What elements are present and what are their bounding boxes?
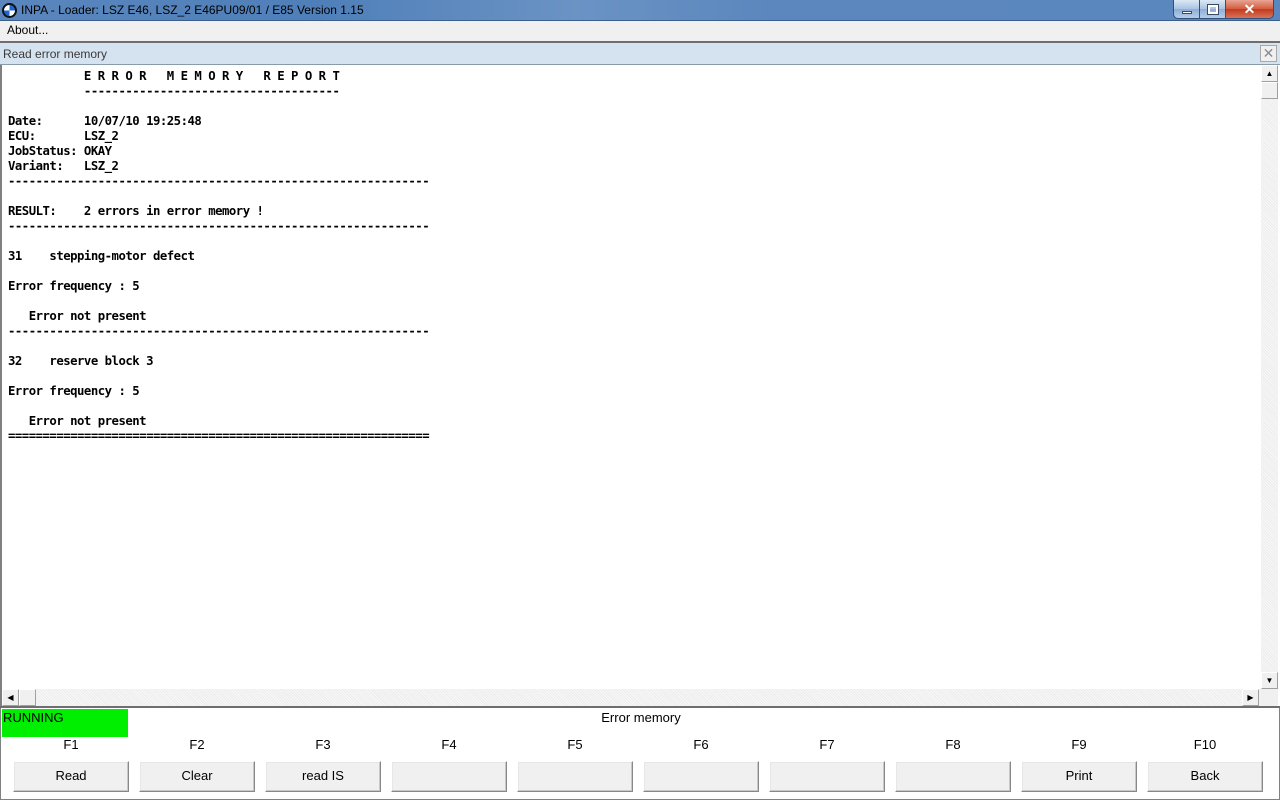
error-memory-report: E R R O R M E M O R Y R E P O R T ------…	[8, 69, 430, 444]
report-line: ========================================…	[8, 429, 430, 443]
fkey-label-f8: F8	[945, 737, 961, 752]
child-window-header: Read error memory ✕	[0, 43, 1280, 65]
status-text: Error memory	[601, 710, 681, 725]
menu-bar: About...	[0, 21, 1280, 41]
report-line: RESULT: 2 errors in error memory !	[8, 204, 264, 218]
report-line	[8, 294, 429, 309]
minimize-button[interactable]	[1173, 0, 1200, 19]
scroll-right-button[interactable]: ▶	[1242, 689, 1259, 706]
report-line: ----------------------------------------…	[8, 174, 430, 188]
window-controls: ✕	[1173, 0, 1274, 19]
fkey-label-f6: F6	[693, 737, 709, 752]
fkey-label-f5: F5	[567, 737, 583, 752]
horizontal-scroll-thumb[interactable]	[19, 689, 36, 706]
report-line	[8, 99, 429, 114]
report-line: ECU: LSZ_2	[8, 129, 119, 143]
report-line: ----------------------------------------…	[8, 324, 430, 338]
report-line: 31 stepping-motor defect	[8, 249, 195, 263]
maximize-button[interactable]	[1200, 0, 1226, 19]
fkey-button-f4[interactable]	[391, 761, 507, 792]
fkey-button-f7[interactable]	[769, 761, 885, 792]
report-line: Date: 10/07/10 19:25:48	[8, 114, 202, 128]
bmw-logo-icon	[2, 3, 17, 18]
menu-item-about[interactable]: About...	[7, 23, 48, 37]
close-icon: ✕	[1243, 0, 1256, 17]
arrow-left-icon: ◀	[7, 693, 14, 702]
arrow-right-icon: ▶	[1247, 693, 1254, 702]
status-area: Error memory RUNNING F1 Read F2 Clear F3 read…	[0, 708, 1280, 800]
report-line	[8, 339, 429, 354]
report-line	[8, 399, 429, 414]
fkey-button-f3[interactable]: read IS	[265, 761, 381, 792]
vertical-scroll-thumb[interactable]	[1261, 82, 1278, 99]
child-window-title: Read error memory	[3, 47, 108, 61]
report-line: Variant: LSZ_2	[8, 159, 119, 173]
title-bar[interactable]: INPA - Loader: LSZ E46, LSZ_2 E46PU09/01…	[0, 0, 1280, 21]
fkey-label-f7: F7	[819, 737, 835, 752]
report-line	[8, 234, 429, 249]
fkey-label-f10: F10	[1193, 737, 1217, 752]
fkey-button-f6[interactable]	[643, 761, 759, 792]
child-close-button[interactable]: ✕	[1260, 45, 1277, 62]
scrollbar-corner	[1259, 689, 1278, 706]
report-line: ----------------------------------------…	[8, 219, 430, 233]
status-badge: RUNNING	[2, 709, 128, 737]
fkey-button-f8[interactable]	[895, 761, 1011, 792]
report-line: E R R O R M E M O R Y R E P O R T	[8, 69, 340, 83]
minimize-icon	[1181, 10, 1192, 14]
report-line: 32 reserve block 3	[8, 354, 153, 368]
scroll-up-button[interactable]: ▲	[1261, 65, 1278, 82]
horizontal-scrollbar[interactable]: ◀ ▶	[2, 689, 1259, 706]
report-line	[8, 369, 429, 384]
report-line: Error frequency : 5	[8, 279, 140, 293]
fkey-button-f9[interactable]: Print	[1021, 761, 1137, 792]
report-line: Error not present	[8, 414, 147, 428]
fkey-label-f9: F9	[1071, 737, 1087, 752]
arrow-up-icon: ▲	[1265, 69, 1274, 78]
fkey-label-f1: F1	[63, 737, 79, 752]
report-line: JobStatus: OKAY	[8, 144, 112, 158]
window-title: INPA - Loader: LSZ E46, LSZ_2 E46PU09/01…	[21, 3, 364, 17]
report-line	[8, 264, 429, 279]
report-text-area[interactable]: E R R O R M E M O R Y R E P O R T ------…	[0, 65, 1280, 706]
report-line: -------------------------------------	[8, 84, 340, 98]
fkey-label-f2: F2	[189, 737, 205, 752]
report-line: Error not present	[8, 309, 147, 323]
report-line: Error frequency : 5	[8, 384, 140, 398]
fkey-button-f1[interactable]: Read	[13, 761, 129, 792]
close-icon: ✕	[1262, 45, 1275, 61]
fkey-button-f5[interactable]	[517, 761, 633, 792]
fkey-label-f4: F4	[441, 737, 457, 752]
vertical-scrollbar[interactable]: ▲ ▼	[1261, 65, 1278, 689]
arrow-down-icon: ▼	[1265, 676, 1274, 685]
scroll-left-button[interactable]: ◀	[2, 689, 19, 706]
close-button[interactable]: ✕	[1226, 0, 1274, 19]
scroll-down-button[interactable]: ▼	[1261, 672, 1278, 689]
report-line	[8, 189, 429, 204]
maximize-icon	[1206, 3, 1219, 15]
fkey-button-f10[interactable]: Back	[1147, 761, 1263, 792]
fkey-label-f3: F3	[315, 737, 331, 752]
fkey-button-f2[interactable]: Clear	[139, 761, 255, 792]
